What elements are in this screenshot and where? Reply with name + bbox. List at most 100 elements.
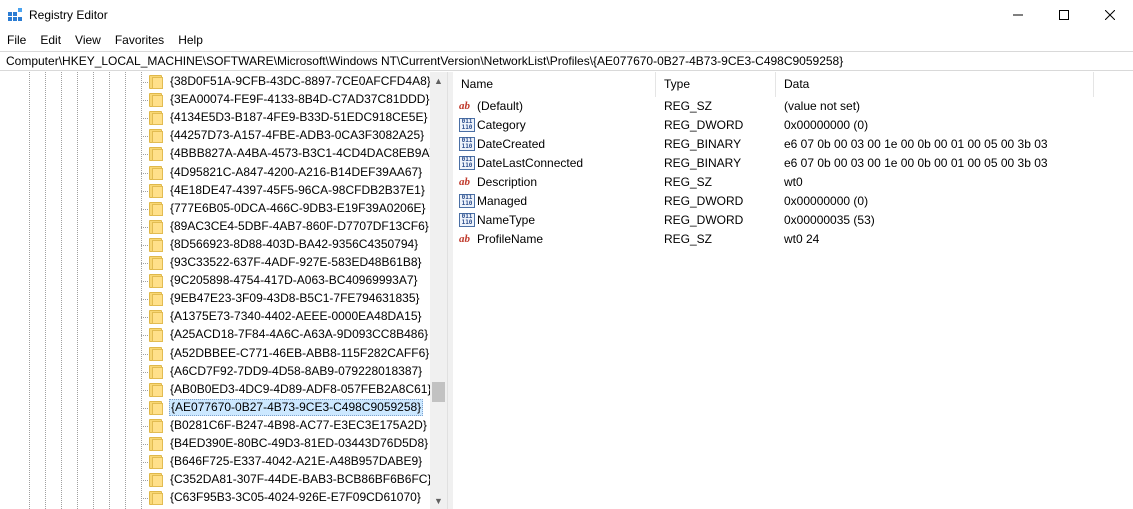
- tree-item[interactable]: {9C205898-4754-417D-A063-BC40969993A7}: [141, 272, 431, 290]
- menu-help[interactable]: Help: [171, 30, 210, 50]
- column-header-data[interactable]: Data: [776, 72, 1094, 97]
- tree-connector: [141, 299, 148, 301]
- tree-connector: [141, 444, 148, 445]
- value-type: REG_BINARY: [664, 156, 742, 170]
- tree-item[interactable]: {9EB47E23-3F09-43D8-B5C1-7FE794631835}: [141, 290, 431, 308]
- value-name: (Default): [477, 99, 524, 113]
- tree-connector: [141, 244, 148, 246]
- folder-icon: [149, 491, 165, 506]
- folder-icon: [149, 256, 165, 270]
- tree-item[interactable]: {B646F725-E337-4042-A21E-A48B957DABE9}: [141, 453, 431, 471]
- minimize-icon: [1013, 14, 1023, 16]
- tree-item[interactable]: {3EA00074-FE9F-4133-8B4D-C7AD37C81DDD}: [141, 91, 431, 109]
- tree-item-label: {4D95821C-A847-4200-A216-B14DEF39AA67}: [170, 164, 423, 179]
- tree-connector: [141, 263, 148, 264]
- folder-icon: [149, 400, 165, 415]
- tree-item[interactable]: {777E6B05-0DCA-466C-9DB3-E19F39A0206E}: [141, 200, 431, 218]
- tree-connector: [141, 389, 148, 391]
- tree-item[interactable]: {C352DA81-307F-44DE-BAB3-BCB86BF6B6FC}: [141, 471, 431, 489]
- value-row[interactable]: 011 110 DateCreated REG_BINARY e6 07 0b 00 …: [453, 135, 1133, 154]
- tree-item-label: {A1375E73-7340-4402-AEEE-0000EA48DA15}: [170, 309, 422, 324]
- tree-item[interactable]: {A25ACD18-7F84-4A6C-A63A-9D093CC8B486}: [141, 326, 431, 344]
- scroll-up-arrow-icon[interactable]: ▲: [430, 72, 447, 89]
- tree-connector: [141, 480, 148, 482]
- tree-item[interactable]: {4E18DE47-4397-45F5-96CA-98CFDB2B37E1}: [141, 182, 431, 200]
- tree-item-selected[interactable]: {AE077670-0B27-4B73-9CE3-C498C9059258}: [141, 398, 431, 417]
- value-type: REG_SZ: [664, 175, 713, 189]
- value-row[interactable]: ab Description REG_SZ wt0: [453, 173, 1133, 192]
- tree-item[interactable]: {89AC3CE4-5DBF-4AB7-860F-D7707DF13CF6}: [141, 218, 431, 236]
- column-header-name[interactable]: Name: [453, 72, 656, 97]
- tree-item-label: {C63F95B3-3C05-4024-926E-E7F09CD61070}: [170, 490, 421, 505]
- tree-item[interactable]: {44257D73-A157-4FBE-ADB3-0CA3F3082A25}: [141, 127, 431, 145]
- binary-value-icon: 011 110: [459, 156, 475, 170]
- tree-connector: [141, 136, 148, 138]
- tree-item[interactable]: {A6CD7F92-7DD9-4D58-8AB9-079228018387}: [141, 363, 431, 381]
- menu-bar: File Edit View Favorites Help: [0, 30, 1133, 50]
- tree-connector: [141, 353, 148, 355]
- tree-item[interactable]: {93C33522-637F-4ADF-927E-583ED48B61B8}: [141, 254, 431, 272]
- tree-item-label: {A25ACD18-7F84-4A6C-A63A-9D093CC8B486}: [170, 327, 429, 342]
- value-data: wt0: [784, 175, 803, 189]
- maximize-button[interactable]: [1041, 0, 1087, 30]
- scroll-down-arrow-icon[interactable]: ▼: [430, 492, 447, 509]
- folder-icon: [149, 382, 165, 397]
- tree-item[interactable]: {4134E5D3-B187-4FE9-B33D-51EDC918CE5E}: [141, 109, 431, 127]
- binary-value-icon: 011 110: [459, 213, 475, 227]
- folder-icon: [149, 473, 165, 488]
- address-bar[interactable]: Computer\HKEY_LOCAL_MACHINE\SOFTWARE\Mic…: [0, 51, 1133, 71]
- tree-item[interactable]: {A52DBBEE-C771-46EB-ABB8-115F282CAFF6}: [141, 345, 431, 363]
- folder-icon: [149, 455, 165, 470]
- value-row[interactable]: 011 110 Managed REG_DWORD 0x00000000 (0): [453, 192, 1133, 211]
- value-row[interactable]: ab ProfileName REG_SZ wt0 24: [453, 230, 1133, 249]
- address-path[interactable]: Computer\HKEY_LOCAL_MACHINE\SOFTWARE\Mic…: [6, 54, 843, 68]
- window-title: Registry Editor: [29, 8, 108, 22]
- folder-icon: [149, 147, 165, 162]
- folder-icon: [149, 346, 165, 361]
- tree-item-label: {A6CD7F92-7DD9-4D58-8AB9-079228018387}: [170, 363, 423, 378]
- scroll-thumb[interactable]: [432, 382, 445, 402]
- key-tree: {38D0F51A-9CFB-43DC-8897-7CE0AFCFD4A8} {3…: [0, 72, 447, 509]
- tree-scrollbar[interactable]: ▲ ▼: [430, 72, 447, 509]
- value-data: 0x00000000 (0): [784, 194, 869, 208]
- tree-item-label: {AE077670-0B27-4B73-9CE3-C498C9059258}: [169, 398, 424, 416]
- string-value-icon: ab: [459, 176, 470, 188]
- value-data: e6 07 0b 00 03 00 1e 00 0b 00 01 00 05 0…: [784, 137, 1048, 151]
- value-row[interactable]: ab (Default) REG_SZ (value not set): [453, 97, 1133, 116]
- minimize-button[interactable]: [995, 0, 1041, 30]
- tree-item[interactable]: {B4ED390E-80BC-49D3-81ED-03443D76D5D8}: [141, 435, 431, 453]
- binary-value-icon: 011 110: [459, 118, 475, 132]
- value-row[interactable]: 011 110 DateLastConnected REG_BINARY e6 07 …: [453, 154, 1133, 173]
- tree-item[interactable]: {B0281C6F-B247-4B98-AC77-E3EC3E175A2D}: [141, 417, 431, 435]
- menu-view[interactable]: View: [68, 30, 108, 50]
- tree-connector: [141, 371, 148, 373]
- folder-icon: [149, 165, 165, 180]
- close-button[interactable]: [1087, 0, 1133, 30]
- tree-item[interactable]: {4D95821C-A847-4200-A216-B14DEF39AA67}: [141, 164, 431, 182]
- tree-guide-line: [77, 72, 78, 509]
- value-data: (value not set): [784, 99, 861, 113]
- close-icon: [1105, 10, 1115, 20]
- menu-edit[interactable]: Edit: [33, 30, 68, 50]
- value-name: ProfileName: [477, 232, 544, 246]
- tree-connector: [141, 82, 148, 83]
- menu-favorites[interactable]: Favorites: [108, 30, 171, 50]
- tree-guide-line: [93, 72, 94, 509]
- tree-item[interactable]: {A1375E73-7340-4402-AEEE-0000EA48DA15}: [141, 308, 431, 326]
- tree-item-label: {777E6B05-0DCA-466C-9DB3-E19F39A0206E}: [170, 200, 426, 215]
- value-name: NameType: [477, 213, 536, 227]
- menu-file[interactable]: File: [0, 30, 33, 50]
- value-row[interactable]: 011 110 NameType REG_DWORD 0x00000035 (53): [453, 211, 1133, 230]
- folder-icon: [149, 328, 165, 343]
- tree-connector: [141, 118, 148, 120]
- tree-guide-line: [125, 72, 126, 509]
- tree-item[interactable]: {8D566923-8D88-403D-BA42-9356C4350794}: [141, 236, 431, 254]
- tree-item[interactable]: {38D0F51A-9CFB-43DC-8897-7CE0AFCFD4A8}: [141, 73, 431, 91]
- tree-item[interactable]: {4BBB827A-A4BA-4573-B3C1-4CD4DAC8EB9A}: [141, 145, 433, 163]
- column-header-type[interactable]: Type: [656, 72, 776, 97]
- folder-icon: [149, 183, 165, 198]
- tree-connector: [141, 317, 148, 319]
- value-row[interactable]: 011 110 Category REG_DWORD 0x00000000 (0): [453, 116, 1133, 135]
- tree-item[interactable]: {AB0B0ED3-4DC9-4D89-ADF8-057FEB2A8C61}: [141, 381, 431, 399]
- tree-item[interactable]: {C63F95B3-3C05-4024-926E-E7F09CD61070}: [141, 489, 431, 507]
